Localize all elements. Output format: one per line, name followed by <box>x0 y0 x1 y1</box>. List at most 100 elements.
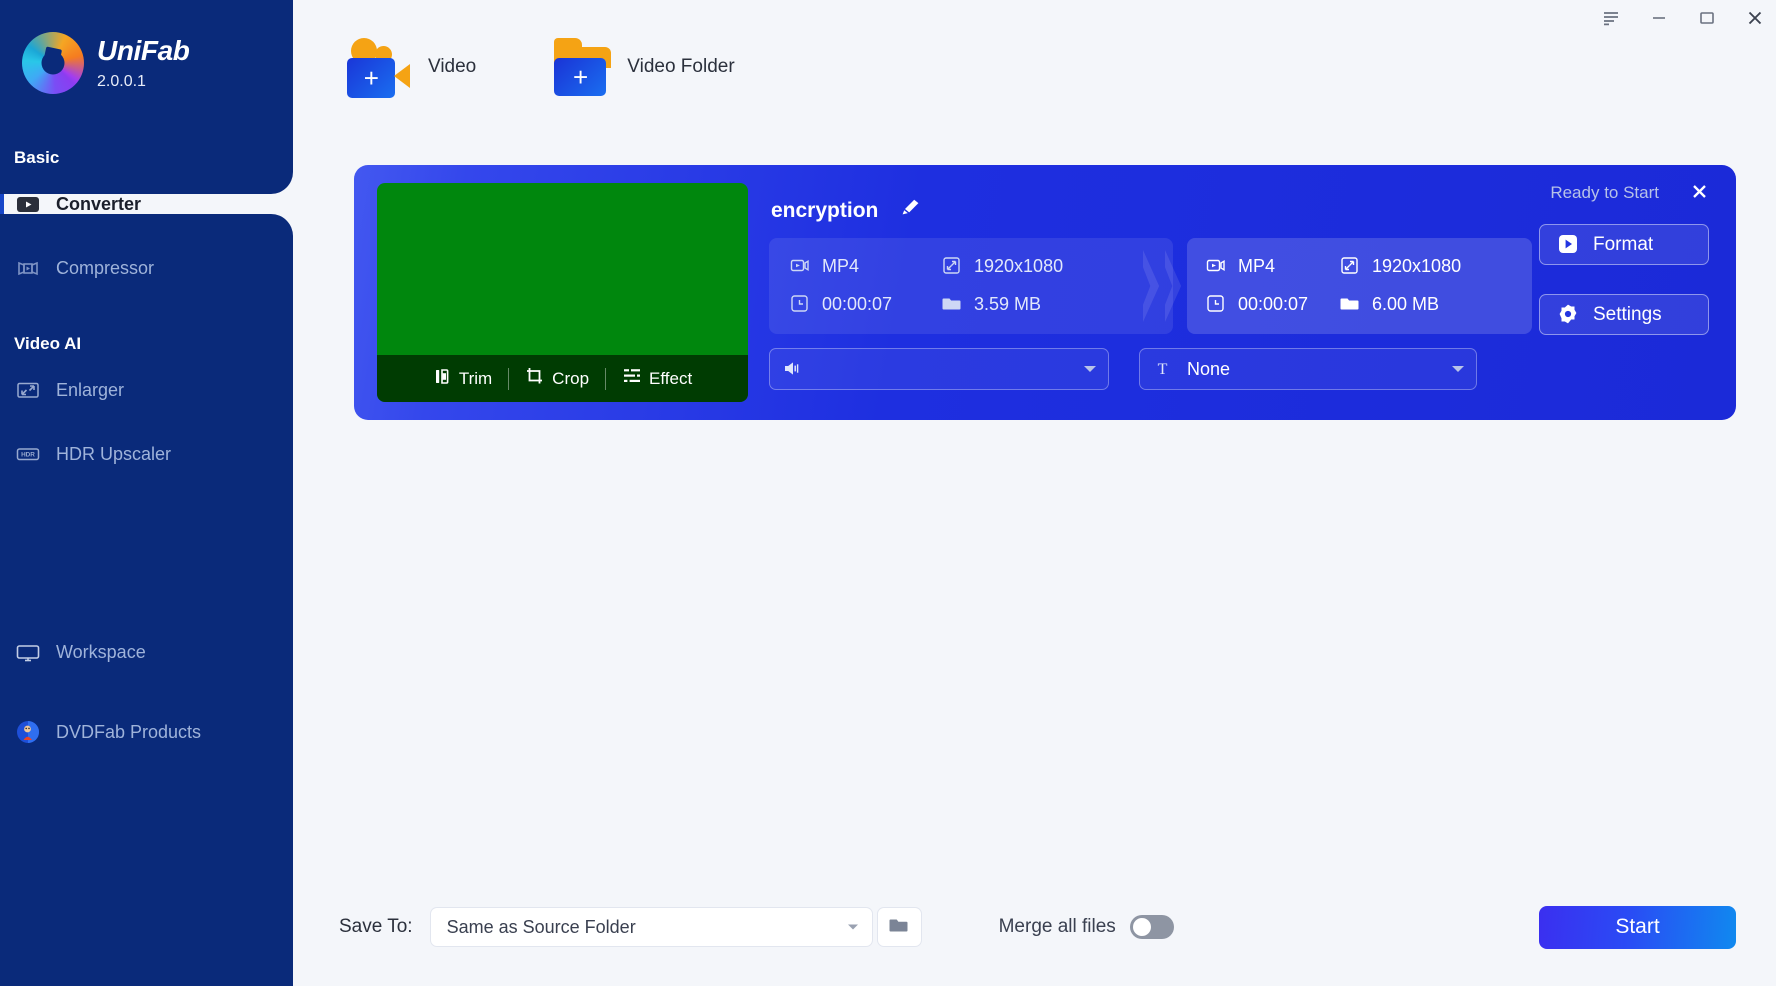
add-video-label: Video <box>428 56 476 78</box>
audio-track-select[interactable] <box>769 348 1109 390</box>
folder-open-icon <box>888 914 910 941</box>
close-icon[interactable] <box>1742 5 1768 31</box>
dvdfab-logo-icon <box>14 718 42 746</box>
settings-gear-icon <box>1557 303 1580 326</box>
chevron-down-icon <box>1452 366 1464 372</box>
trim-icon <box>433 367 452 391</box>
subtitle-track-value: None <box>1187 359 1230 380</box>
notch-top <box>0 172 293 194</box>
sidebar-item-enlarger[interactable]: Enlarger <box>0 358 293 422</box>
trim-button[interactable]: Trim <box>417 367 508 391</box>
pencil-edit-icon[interactable] <box>900 197 922 224</box>
video-file-icon <box>789 255 811 277</box>
output-format: MP4 <box>1205 255 1275 277</box>
add-folder-icon: + <box>554 38 611 96</box>
sidebar-item-label: Compressor <box>56 258 154 279</box>
save-to-select[interactable]: Same as Source Folder <box>431 908 872 946</box>
settings-button[interactable]: Settings <box>1539 294 1709 335</box>
sidebar-item-hdr-upscaler[interactable]: HDR HDR Upscaler <box>0 422 293 486</box>
add-video-button[interactable]: + Video <box>347 36 476 98</box>
clock-icon <box>789 293 811 315</box>
video-play-icon <box>14 190 42 218</box>
minimize-icon[interactable] <box>1646 5 1672 31</box>
format-play-icon <box>1557 233 1580 256</box>
sidebar-item-converter[interactable]: Converter <box>0 172 293 236</box>
speaker-volume-icon <box>782 358 804 380</box>
sidebar-group-video-ai: Video AI <box>0 330 293 358</box>
folder-icon <box>941 293 963 315</box>
crop-button[interactable]: Crop <box>509 366 605 391</box>
sidebar-item-label: DVDFab Products <box>56 722 201 743</box>
browse-folder-button[interactable] <box>878 908 921 946</box>
add-video-camera-icon: + <box>347 36 412 98</box>
maximize-icon[interactable] <box>1694 5 1720 31</box>
app-logo: UniFab 2.0.0.1 <box>0 0 293 94</box>
trim-label: Trim <box>459 369 492 389</box>
chevron-down-icon <box>1084 366 1096 372</box>
app-version: 2.0.0.1 <box>97 74 189 90</box>
output-duration: 00:00:07 <box>1205 293 1308 315</box>
subtitle-track-select[interactable]: T None <box>1139 348 1477 390</box>
sidebar-item-label: Workspace <box>56 642 146 663</box>
source-format: MP4 <box>789 255 859 277</box>
enlarge-icon <box>14 376 42 404</box>
add-video-folder-button[interactable]: + Video Folder <box>554 38 734 96</box>
format-button[interactable]: Format <box>1539 224 1709 265</box>
source-resolution: 1920x1080 <box>941 255 1063 277</box>
value: 00:00:07 <box>822 294 892 315</box>
window-controls <box>1598 5 1768 31</box>
save-to-value: Same as Source Folder <box>447 917 636 938</box>
svg-text:HDR: HDR <box>21 452 35 459</box>
crop-icon <box>525 366 545 391</box>
svg-text:T: T <box>1158 361 1168 378</box>
status-badge: Ready to Start <box>1550 183 1659 203</box>
add-media-toolbar: + Video + Video Folder <box>293 0 1776 133</box>
value: 00:00:07 <box>1238 294 1308 315</box>
filename: encryption <box>771 199 878 223</box>
source-duration: 00:00:07 <box>789 293 892 315</box>
source-info-panel: MP4 1920x1080 00:00:07 3.59 MB <box>769 238 1173 334</box>
folder-icon <box>1339 293 1361 315</box>
add-video-folder-label: Video Folder <box>627 56 734 78</box>
effect-sliders-icon <box>622 366 642 391</box>
output-size: 6.00 MB <box>1339 293 1439 315</box>
menu-icon[interactable] <box>1598 5 1624 31</box>
save-to-label: Save To: <box>339 916 413 938</box>
sidebar-item-label: Enlarger <box>56 380 124 401</box>
value: 6.00 MB <box>1372 294 1439 315</box>
video-file-icon <box>1205 255 1227 277</box>
resolution-expand-icon <box>1339 255 1361 277</box>
task-card: Ready to Start Trim Crop <box>354 165 1736 420</box>
app-name: UniFab <box>97 37 189 65</box>
video-thumbnail[interactable]: Trim Crop Effect <box>377 183 748 402</box>
output-resolution: 1920x1080 <box>1339 255 1461 277</box>
text-subtitle-icon: T <box>1152 358 1174 380</box>
sidebar-item-workspace[interactable]: Workspace <box>0 620 293 684</box>
sidebar-item-label: HDR Upscaler <box>56 444 171 465</box>
compress-icon <box>14 254 42 282</box>
notch-bottom <box>0 214 293 236</box>
resolution-expand-icon <box>941 255 963 277</box>
value: 1920x1080 <box>974 256 1063 277</box>
sidebar-item-dvdfab-products[interactable]: DVDFab Products <box>0 700 293 764</box>
source-size: 3.59 MB <box>941 293 1041 315</box>
close-task-button[interactable] <box>1684 176 1714 206</box>
unifab-logo-icon <box>22 32 84 94</box>
merge-all-files-toggle[interactable] <box>1130 915 1174 939</box>
merge-all-files-label: Merge all files <box>999 916 1116 938</box>
crop-label: Crop <box>552 369 589 389</box>
sidebar-item-compressor[interactable]: Compressor <box>0 236 293 300</box>
effect-button[interactable]: Effect <box>606 366 708 391</box>
edit-tools-bar: Trim Crop Effect <box>377 355 748 402</box>
sidebar: UniFab 2.0.0.1 Basic Converter Compresso… <box>0 0 293 986</box>
value: 1920x1080 <box>1372 256 1461 277</box>
value: MP4 <box>822 256 859 277</box>
filename-row: encryption <box>771 197 922 224</box>
footer-bar: Save To: Same as Source Folder Merge all… <box>293 868 1776 986</box>
hdr-icon: HDR <box>14 440 42 468</box>
clock-icon <box>1205 293 1227 315</box>
value: 3.59 MB <box>974 294 1041 315</box>
sidebar-group-basic: Basic <box>0 144 293 172</box>
output-info-panel: MP4 1920x1080 00:00:07 6.00 MB <box>1187 238 1532 334</box>
start-button[interactable]: Start <box>1539 906 1736 949</box>
